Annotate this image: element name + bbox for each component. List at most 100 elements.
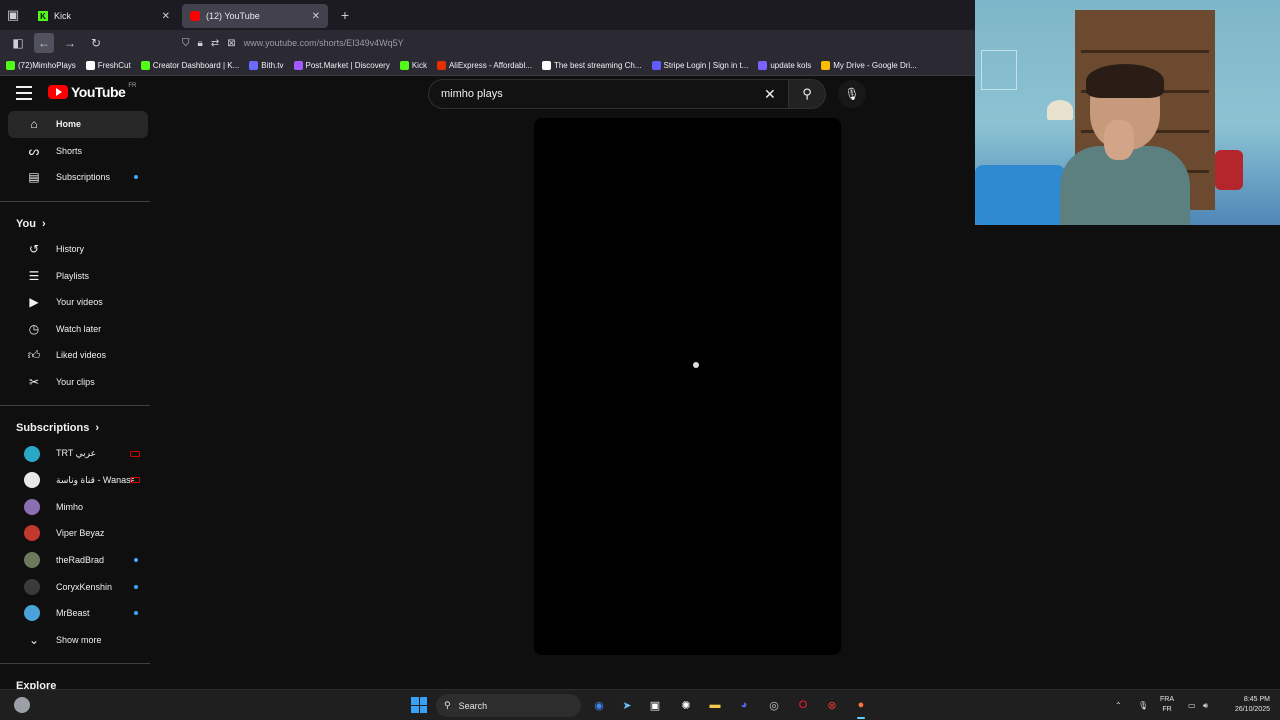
sidebar-item-playlists[interactable]: ☰ Playlists <box>8 262 148 289</box>
bookmark-item[interactable]: Bith.tv <box>249 61 284 70</box>
redapp-icon[interactable]: ⊗ <box>823 696 841 714</box>
new-tab-icon[interactable]: + <box>334 7 356 23</box>
capture-icon[interactable]: ▣ <box>646 696 664 714</box>
network-icon[interactable]: ▭ <box>1188 690 1196 720</box>
heart-icon <box>85 61 95 70</box>
bith-icon <box>249 61 259 70</box>
opera-icon[interactable]: O <box>794 696 812 714</box>
channel-avatar <box>24 498 40 515</box>
chevron-down-icon: ⌄ <box>28 632 40 647</box>
shorts-video-player[interactable] <box>534 118 841 655</box>
bookmark-item[interactable]: The best streaming Ch... <box>541 61 642 70</box>
time: 8:45 PM <box>1243 696 1270 703</box>
firefox-icon[interactable]: ● <box>852 696 870 719</box>
language-indicator[interactable]: FRA FR <box>1160 695 1174 715</box>
url-bar[interactable]: ⛉ 🔒︎ ⇄ ⊠ www.youtube.com/shorts/EI349v4W… <box>182 33 404 53</box>
chevron-right-icon: › <box>41 217 46 230</box>
liked-videos-icon: 👍︎ <box>27 347 41 362</box>
you-heading[interactable]: You › <box>0 212 160 236</box>
clear-search-icon[interactable]: ✕ <box>764 86 776 103</box>
bookmark-item[interactable]: Kick <box>399 61 427 70</box>
back-icon[interactable]: ← <box>34 33 54 53</box>
new-content-dot <box>134 584 138 589</box>
taskbar: ⚲ Search ◉ ➤ ▣ ✺ ▬ ◕ ◎ O ⊗ ● ⌃ 🎙︎ FRA FR ▭ 🔊︎ 8:4… <box>0 689 1280 720</box>
subscription-item[interactable]: CoryxKenshin <box>8 573 148 600</box>
microphone <box>1215 150 1243 190</box>
file-explorer-icon[interactable]: ▬ <box>706 696 724 714</box>
clips-icon: ✂ <box>28 375 40 390</box>
close-tab-icon[interactable]: ✕ <box>162 11 170 22</box>
subscription-item[interactable]: Mimho <box>8 494 148 521</box>
start-icon[interactable] <box>411 697 427 713</box>
sidebar-item-subscriptions[interactable]: ▤ Subscriptions <box>8 164 148 191</box>
sidebar-toggle-icon[interactable]: ◧ <box>8 33 28 53</box>
tab-youtube[interactable]: (12) YouTube ✕ <box>182 4 328 28</box>
chatgpt-icon[interactable]: ✺ <box>677 696 695 714</box>
sidebar-item-label: Home <box>56 119 82 130</box>
app-icon[interactable]: ◎ <box>765 696 783 714</box>
subscription-item[interactable]: Viper Beyaz <box>8 520 148 547</box>
chrome-icon[interactable]: ◉ <box>590 696 608 714</box>
subscriptions-heading[interactable]: Subscriptions › <box>0 416 160 440</box>
sidebar-item-label: Playlists <box>56 270 90 281</box>
clock[interactable]: 8:45 PM 26/10/2025 <box>1222 695 1270 715</box>
sidebar-item-home[interactable]: ⌂ Home <box>8 111 148 138</box>
shorts-icon: ᔕ <box>28 143 40 158</box>
tab-kick[interactable]: K Kick ✕ <box>30 4 178 28</box>
weather-icon[interactable] <box>14 697 30 713</box>
live-icon <box>130 477 140 484</box>
sidebar-item-watch-later[interactable]: ◷ Watch later <box>8 316 148 343</box>
search-button[interactable]: ⚲ <box>788 79 826 109</box>
subscription-item[interactable]: قناة وناسة - Wanasa... <box>8 467 148 494</box>
bookmark-label: FreshCut <box>97 61 131 70</box>
bookmark-item[interactable]: (72)MimhoPlays <box>6 61 76 70</box>
sidebar-item-label: Subscriptions <box>56 172 111 183</box>
close-tab-icon[interactable]: ✕ <box>312 11 320 22</box>
voice-search-button[interactable]: 🎙︎ <box>838 80 866 108</box>
subscription-item[interactable]: TRT عربي <box>8 440 148 467</box>
shield-icon[interactable]: ⛉ <box>182 38 190 49</box>
discord-icon[interactable]: ◕ <box>735 696 753 714</box>
taskbar-search[interactable]: ⚲ Search <box>436 694 581 717</box>
bookmark-item[interactable]: FreshCut <box>85 61 131 70</box>
youtube-logo[interactable]: YouTube FR <box>48 83 136 100</box>
mic-icon[interactable]: 🎙︎ <box>1138 690 1148 720</box>
divider <box>0 663 150 665</box>
subscriptions-heading-label: Subscriptions <box>16 422 90 435</box>
tray-chevron-icon[interactable]: ⌃ <box>1115 690 1122 720</box>
sidebar-item-your-clips[interactable]: ✂ Your clips <box>8 369 148 396</box>
bookmark-item[interactable]: Creator Dashboard | K... <box>140 61 239 70</box>
volume-icon[interactable]: 🔊︎ <box>1203 690 1208 720</box>
search-input[interactable]: mimho plays <box>428 79 788 109</box>
language-code: FRA <box>1160 696 1174 703</box>
url-text[interactable]: www.youtube.com/shorts/EI349v4Wq5Y <box>244 38 404 48</box>
show-more-button[interactable]: ⌄ Show more <box>8 627 148 654</box>
steam-icon[interactable]: ➤ <box>618 696 636 714</box>
subscription-item[interactable]: MrBeast <box>8 600 148 627</box>
subscription-label: قناة وناسة - Wanasa... <box>56 474 134 485</box>
subscription-label: CoryxKenshin <box>56 581 113 592</box>
sidebar-item-label: Shorts <box>56 145 83 156</box>
bookmark-item[interactable]: My Drive - Google Dri... <box>821 61 917 70</box>
bookmark-item[interactable]: Stripe Login | Sign in t... <box>651 61 748 70</box>
permissions-icon[interactable]: ⇄ <box>211 38 219 49</box>
bookmark-item[interactable]: Post.Market | Discovery <box>293 61 390 70</box>
bookmark-item[interactable]: AliExpress - Affordabl... <box>436 61 532 70</box>
forward-icon[interactable]: → <box>60 33 80 53</box>
sidebar-item-liked-videos[interactable]: 👍︎ Liked videos <box>8 342 148 369</box>
subscription-item[interactable]: theRadBrad <box>8 547 148 574</box>
sidebar-item-label: Your clips <box>56 377 95 388</box>
menu-icon[interactable] <box>16 86 32 100</box>
search-value[interactable]: mimho plays <box>441 88 503 100</box>
channel-avatar <box>24 525 40 542</box>
drive-icon <box>821 61 831 70</box>
tab-list-icon[interactable]: ▣ <box>0 0 26 30</box>
sidebar-item-shorts[interactable]: ᔕ Shorts <box>8 138 148 165</box>
channel-avatar <box>24 552 40 569</box>
media-blocked-icon[interactable]: ⊠ <box>227 38 235 49</box>
bookmark-item[interactable]: update kols <box>758 61 811 70</box>
reload-icon[interactable]: ↻ <box>86 33 106 53</box>
sidebar-item-history[interactable]: ↺ History <box>8 236 148 263</box>
sidebar-item-your-videos[interactable]: ▶ Your videos <box>8 289 148 316</box>
lock-icon[interactable]: 🔒︎ <box>198 38 203 49</box>
